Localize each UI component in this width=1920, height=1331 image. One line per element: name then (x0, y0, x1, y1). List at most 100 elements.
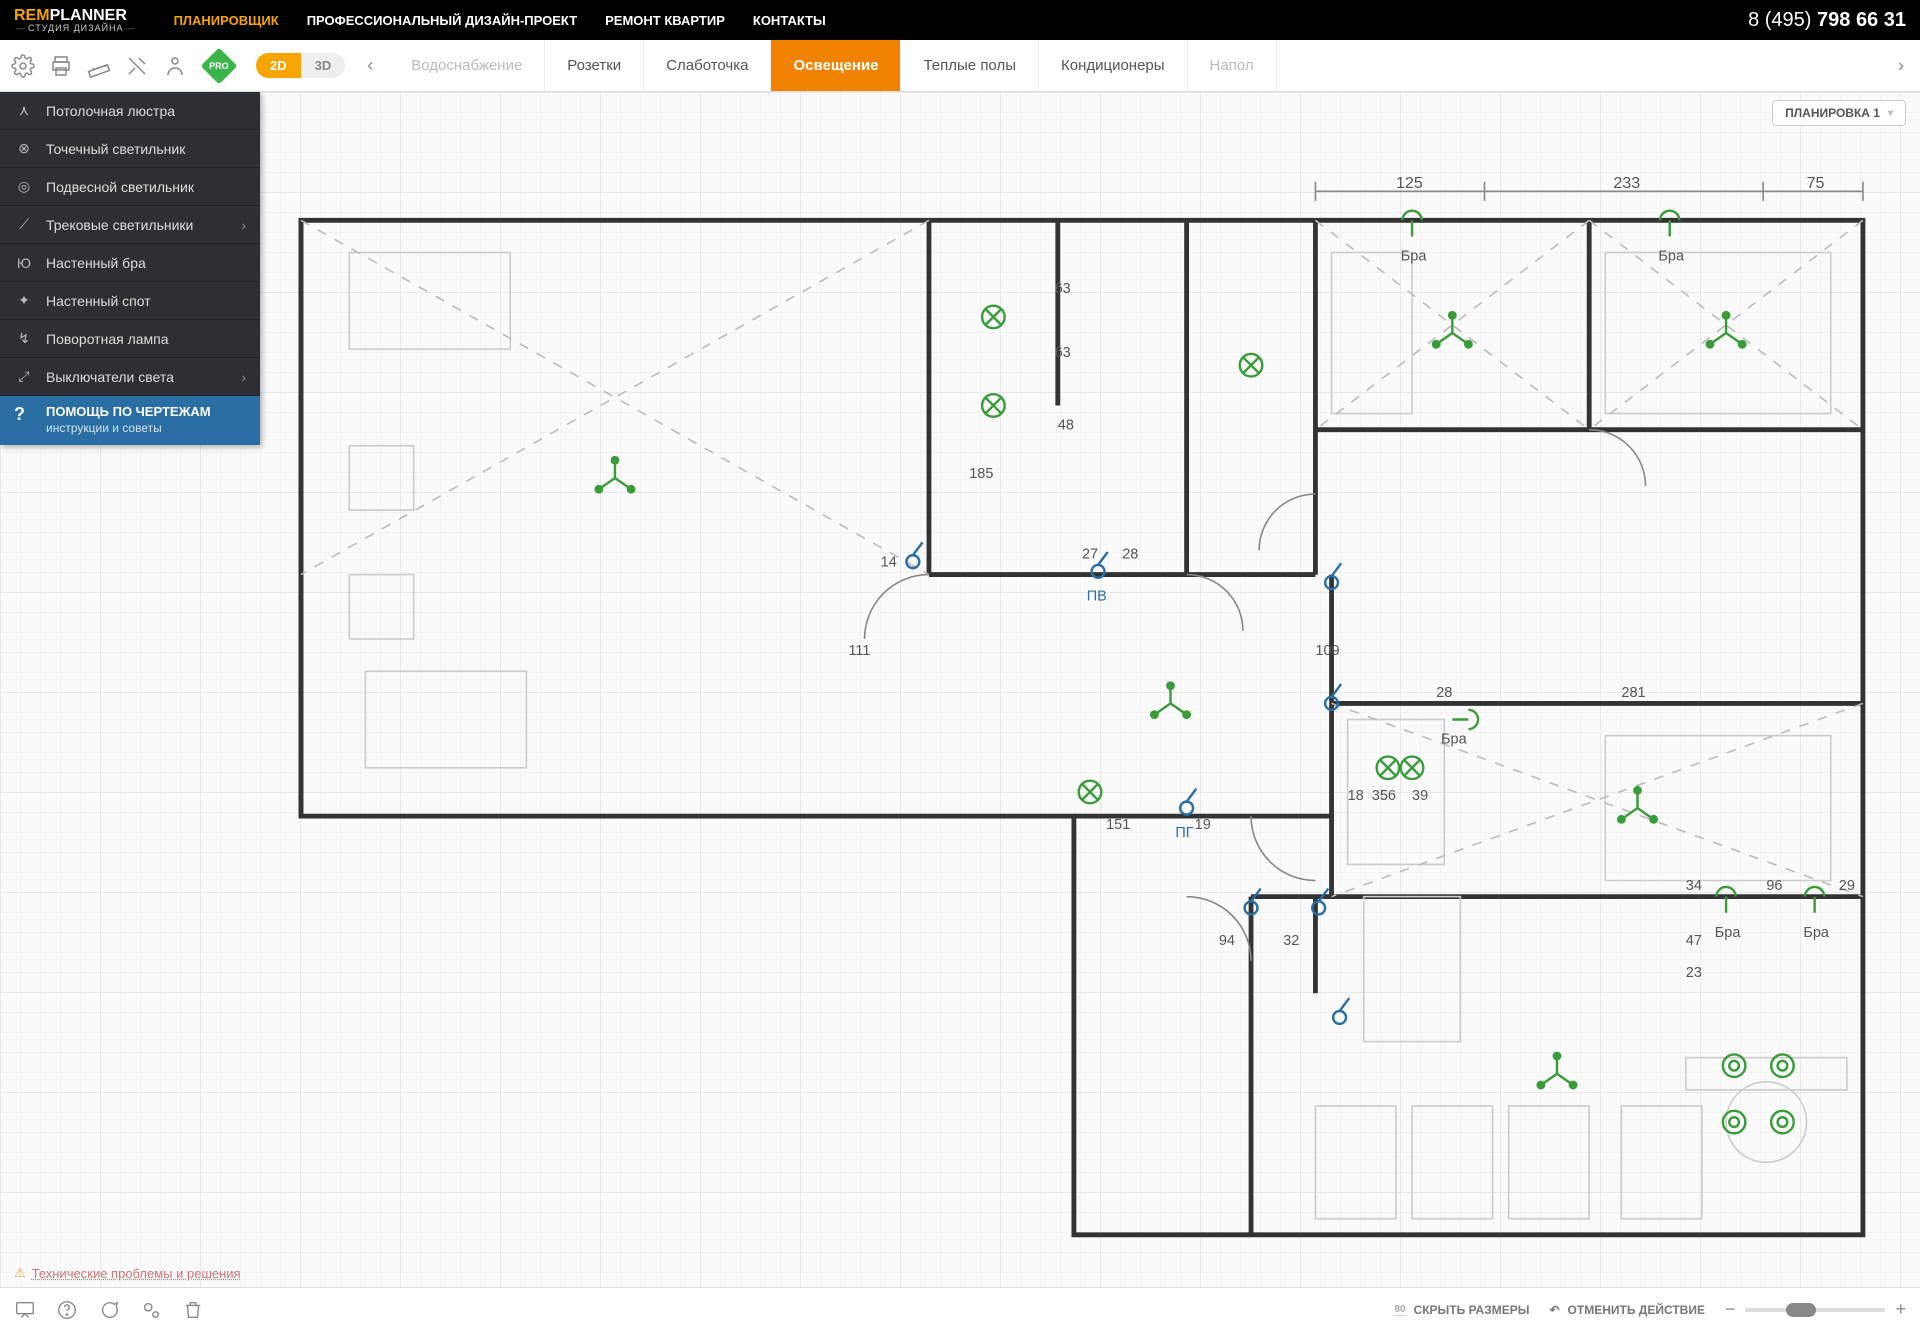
phone-number[interactable]: 8 (495) 798 66 31 (1748, 9, 1906, 32)
swivel-icon: ↯ (14, 330, 34, 347)
svg-text:125: 125 (1396, 174, 1423, 192)
print-icon[interactable] (48, 53, 74, 79)
tool-wall-spot[interactable]: ✦ Настенный спот (0, 282, 260, 320)
nav-renovation[interactable]: РЕМОНТ КВАРТИР (605, 13, 725, 28)
svg-text:Бра: Бра (1658, 249, 1685, 265)
track-icon: ⟋ (14, 216, 34, 233)
svg-text:ПГ: ПГ (1175, 825, 1193, 841)
ruler-icon[interactable] (86, 53, 112, 79)
tool-switches[interactable]: ⤢ Выключатели света › (0, 358, 260, 396)
svg-text:111: 111 (848, 643, 870, 659)
zoom-in-button[interactable]: + (1895, 1299, 1906, 1320)
brand-logo[interactable]: REMPLANNER СТУДИЯ ДИЗАЙНА (14, 8, 138, 33)
switch-icon: ⤢ (14, 368, 34, 385)
tool-track[interactable]: ⟋ Трековые светильники › (0, 206, 260, 244)
nav-planner[interactable]: ПЛАНИРОВЩИК (174, 13, 279, 28)
lighting-tools-panel: ⋏ Потолочная люстра ⊗ Точечный светильни… (0, 92, 260, 445)
wallspot-icon: ✦ (14, 292, 34, 309)
svg-text:94: 94 (1219, 933, 1235, 949)
view-toggle: 2D 3D (256, 53, 345, 78)
svg-text:Бра: Бра (1715, 925, 1742, 941)
cogs-icon[interactable] (140, 1299, 162, 1321)
svg-text:14: 14 (881, 555, 897, 571)
help-circle-icon[interactable] (56, 1299, 78, 1321)
tool-swivel-lamp[interactable]: ↯ Поворотная лампа (0, 320, 260, 358)
hide-dimensions-button[interactable]: 80 СКРЫТЬ РАЗМЕРЫ (1394, 1303, 1529, 1317)
nav-contacts[interactable]: КОНТАКТЫ (753, 13, 826, 28)
tab-lowvoltage[interactable]: Слаботочка (644, 40, 771, 91)
floorplan-drawing[interactable]: 125 233 75 Бра Бра Бра Бра Бра ПВ (280, 172, 1900, 1267)
svg-text:63: 63 (1055, 345, 1071, 361)
tab-flooring[interactable]: Напол (1188, 40, 1277, 91)
svg-text:75: 75 (1807, 174, 1825, 192)
warning-icon: ⚠ (14, 1265, 26, 1281)
layout-selector[interactable]: ПЛАНИРОВКА 1▾ (1772, 100, 1906, 126)
svg-text:96: 96 (1766, 878, 1782, 894)
svg-text:Бра: Бра (1803, 925, 1830, 941)
svg-text:23: 23 (1686, 965, 1702, 981)
tool-ceiling-chandelier[interactable]: ⋏ Потолочная люстра (0, 92, 260, 130)
svg-text:48: 48 (1058, 418, 1074, 434)
undo-button[interactable]: ↶ ОТМЕНИТЬ ДЕЙСТВИЕ (1549, 1303, 1704, 1317)
help-drawings[interactable]: ? ПОМОЩЬ ПО ЧЕРТЕЖАМ инструкции и советы (0, 396, 260, 445)
presentation-icon[interactable] (14, 1299, 36, 1321)
view-3d[interactable]: 3D (301, 53, 346, 78)
svg-text:29: 29 (1839, 878, 1855, 894)
plan-tabs: Водоснабжение Розетки Слаботочка Освещен… (389, 40, 1910, 91)
tool-pendant[interactable]: ◎ Подвесной светильник (0, 168, 260, 206)
top-navbar: REMPLANNER СТУДИЯ ДИЗАЙНА ПЛАНИРОВЩИК ПР… (0, 0, 1920, 40)
tab-sockets[interactable]: Розетки (545, 40, 644, 91)
tab-ac[interactable]: Кондиционеры (1039, 40, 1188, 91)
svg-text:28: 28 (1122, 546, 1138, 562)
svg-text:185: 185 (969, 466, 993, 482)
trash-icon[interactable] (182, 1299, 204, 1321)
chevron-down-icon: ▾ (1888, 108, 1893, 119)
person-icon[interactable] (162, 53, 188, 79)
tabs-scroll-left[interactable]: ‹ (363, 55, 377, 76)
tab-water[interactable]: Водоснабжение (389, 40, 545, 91)
view-2d[interactable]: 2D (256, 53, 301, 78)
technical-problems-link[interactable]: ⚠ Технические проблемы и решения (14, 1265, 241, 1281)
svg-text:233: 233 (1613, 174, 1640, 192)
zoom-out-button[interactable]: − (1725, 1299, 1736, 1320)
chevron-right-icon: › (241, 217, 246, 233)
help-icon: ? (14, 404, 34, 435)
bottom-toolbar: 80 СКРЫТЬ РАЗМЕРЫ ↶ ОТМЕНИТЬ ДЕЙСТВИЕ − … (0, 1287, 1920, 1331)
settings-gear-icon[interactable] (10, 53, 36, 79)
pro-badge[interactable]: PRO (201, 47, 238, 84)
zoom-control: − + (1725, 1299, 1906, 1320)
svg-text:281: 281 (1621, 685, 1645, 701)
svg-text:151: 151 (1106, 817, 1130, 833)
zoom-slider[interactable] (1745, 1308, 1885, 1312)
svg-text:18: 18 (1348, 788, 1364, 804)
svg-text:28: 28 (1436, 685, 1452, 701)
pendant-icon: ◎ (14, 178, 34, 195)
svg-text:47: 47 (1686, 933, 1702, 949)
chandelier-icon: ⋏ (14, 102, 34, 119)
chat-icon[interactable] (98, 1299, 120, 1321)
sconce-icon: Ю (14, 255, 34, 271)
canvas-workspace[interactable]: ПЛАНИРОВКА 1▾ ⋏ Потолочная люстра ⊗ Точе… (0, 92, 1920, 1287)
svg-text:Бра: Бра (1401, 249, 1428, 265)
svg-text:19: 19 (1195, 817, 1211, 833)
tool-spotlight[interactable]: ⊗ Точечный светильник (0, 130, 260, 168)
svg-text:39: 39 (1412, 788, 1428, 804)
top-nav: ПЛАНИРОВЩИК ПРОФЕССИОНАЛЬНЫЙ ДИЗАЙН-ПРОЕ… (174, 13, 826, 28)
toolbar: PRO 2D 3D ‹ Водоснабжение Розетки Слабот… (0, 40, 1920, 92)
tab-lighting[interactable]: Освещение (771, 40, 901, 91)
tool-sconce[interactable]: Ю Настенный бра (0, 244, 260, 282)
svg-text:27: 27 (1082, 546, 1098, 562)
nav-design[interactable]: ПРОФЕССИОНАЛЬНЫЙ ДИЗАЙН-ПРОЕКТ (307, 13, 577, 28)
svg-text:ПВ: ПВ (1087, 588, 1107, 604)
undo-icon: ↶ (1549, 1303, 1559, 1317)
tab-heatedfloors[interactable]: Теплые полы (901, 40, 1039, 91)
svg-text:35: 35 (1372, 788, 1388, 804)
svg-text:32: 32 (1283, 933, 1299, 949)
svg-text:109: 109 (1315, 643, 1339, 659)
svg-text:Бра: Бра (1441, 732, 1468, 748)
svg-text:63: 63 (1055, 281, 1071, 297)
tools-icon[interactable] (124, 53, 150, 79)
spotlight-icon: ⊗ (14, 140, 34, 157)
chevron-right-icon: › (241, 369, 246, 385)
tabs-scroll-right[interactable]: › (1898, 55, 1904, 76)
